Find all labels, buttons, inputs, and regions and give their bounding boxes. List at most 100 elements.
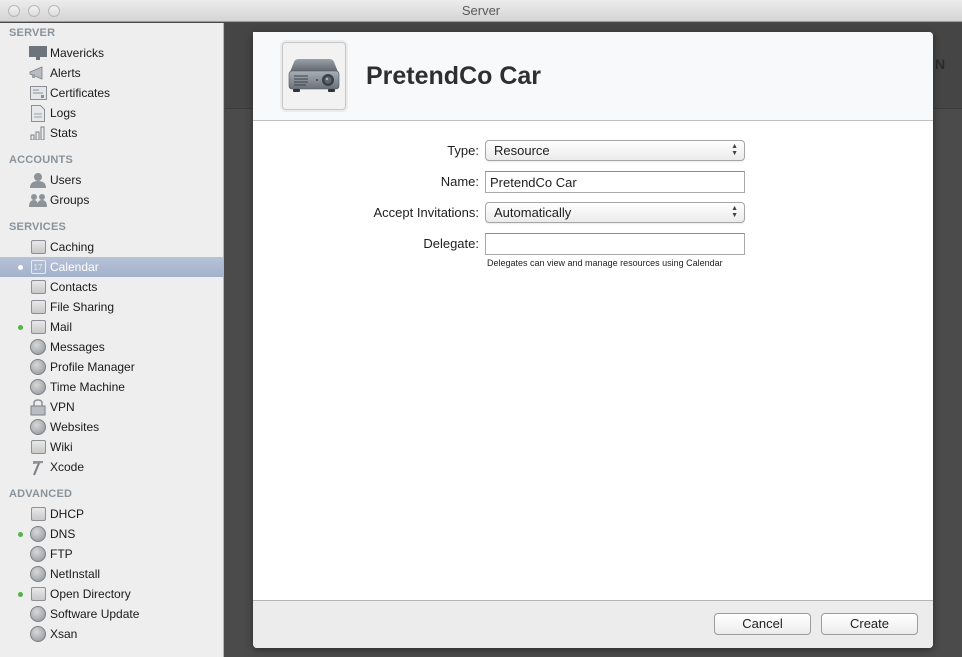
sidebar-item-mavericks[interactable]: Mavericks	[0, 43, 223, 63]
netinstall-icon	[29, 566, 47, 582]
wiki-icon	[29, 439, 47, 455]
resource-icon-well[interactable]	[282, 42, 346, 110]
accept-invitations-label: Accept Invitations:	[373, 205, 480, 220]
certificate-icon	[29, 85, 47, 101]
sidebar-item-vpn[interactable]: VPN	[0, 397, 223, 417]
delegate-hint: Delegates can view and manage resources …	[487, 258, 723, 268]
sidebar-item-label: Caching	[50, 240, 95, 254]
accept-invitations-popup-value: Automatically	[494, 205, 572, 220]
sidebar-item-websites[interactable]: Websites	[0, 417, 223, 437]
delegate-row: Delegate:	[253, 233, 933, 255]
user-icon	[29, 172, 47, 188]
cancel-button[interactable]: Cancel	[714, 613, 811, 635]
sidebar-item-label: FTP	[50, 547, 73, 561]
sidebar-item-xsan[interactable]: Xsan	[0, 624, 223, 644]
type-row: Type: Resource ▲ ▼	[253, 140, 933, 162]
service-running-indicator	[18, 325, 23, 330]
sidebar-item-netinstall[interactable]: NetInstall	[0, 564, 223, 584]
sidebar-item-alerts[interactable]: Alerts	[0, 63, 223, 83]
sidebar-item-profile-manager[interactable]: Profile Manager	[0, 357, 223, 377]
hammer-icon	[29, 459, 47, 475]
new-resource-sheet: PretendCo Car Type: Resource ▲▼ Name: Ac…	[253, 32, 933, 648]
sidebar-item-users[interactable]: Users	[0, 170, 223, 190]
document-icon	[29, 104, 47, 122]
group-icon	[29, 192, 47, 208]
sidebar-section-spacer	[0, 143, 223, 150]
type-popup[interactable]: Resource ▲ ▼	[485, 140, 745, 161]
name-row: Name:	[253, 171, 933, 193]
zoom-window-button[interactable]	[48, 5, 60, 17]
sidebar-item-ftp[interactable]: FTP	[0, 544, 223, 564]
sidebar-item-label: Logs	[50, 106, 77, 120]
time-machine-icon	[29, 379, 47, 395]
sidebar-item-label: Websites	[50, 420, 100, 434]
accept-invitations-popup[interactable]: Automatically ▲ ▼	[485, 202, 745, 223]
sidebar-item-label: Calendar	[50, 260, 99, 274]
window-title: Server	[461, 3, 501, 18]
sidebar-section-spacer	[0, 210, 223, 217]
xsan-icon	[29, 626, 47, 642]
sidebar-item-time-machine[interactable]: Time Machine	[0, 377, 223, 397]
sidebar-item-label: NetInstall	[50, 567, 101, 581]
dhcp-icon	[29, 506, 47, 522]
bar-chart-icon	[29, 125, 47, 141]
sidebar-item-software-update[interactable]: Software Update	[0, 604, 223, 624]
sidebar-item-label: Mavericks	[50, 46, 105, 60]
sidebar-item-certificates[interactable]: Certificates	[0, 83, 223, 103]
sidebar-item-label: Mail	[50, 320, 73, 334]
sidebar-item-label: Wiki	[50, 440, 73, 454]
background-partial-text: N	[935, 56, 946, 72]
dns-icon	[29, 526, 47, 542]
delegate-field[interactable]	[485, 233, 745, 255]
close-window-button[interactable]	[8, 5, 20, 17]
sidebar-item-stats[interactable]: Stats	[0, 123, 223, 143]
sidebar-item-dns[interactable]: DNS	[0, 524, 223, 544]
sidebar-item-mail[interactable]: Mail	[0, 317, 223, 337]
ftp-icon	[29, 546, 47, 562]
sidebar-item-calendar[interactable]: 17 Calendar	[0, 257, 223, 277]
sidebar-item-groups[interactable]: Groups	[0, 190, 223, 210]
contacts-icon	[29, 279, 47, 295]
sidebar-item-label: Software Update	[50, 607, 140, 621]
sidebar-item-wiki[interactable]: Wiki	[0, 437, 223, 457]
sidebar-item-messages[interactable]: Messages	[0, 337, 223, 357]
sidebar-item-file-sharing[interactable]: File Sharing	[0, 297, 223, 317]
sidebar-item-label: Xsan	[50, 627, 78, 641]
window-controls	[8, 5, 60, 17]
sheet-title: PretendCo Car	[366, 61, 542, 90]
sidebar-section-services: SERVICES	[9, 221, 67, 233]
sidebar-section-advanced: ADVANCED	[9, 488, 73, 500]
sidebar-item-label: Groups	[50, 193, 90, 207]
sidebar-item-xcode[interactable]: Xcode	[0, 457, 223, 477]
sidebar-item-dhcp[interactable]: DHCP	[0, 504, 223, 524]
popup-arrows-icon: ▲ ▼	[731, 143, 738, 157]
sidebar-item-caching[interactable]: Caching	[0, 237, 223, 257]
popup-arrows-icon: ▲ ▼	[731, 205, 738, 219]
sidebar-item-label: Messages	[50, 340, 105, 354]
sidebar-item-open-directory[interactable]: Open Directory	[0, 584, 223, 604]
type-label: Type:	[447, 143, 479, 158]
name-label: Name:	[440, 174, 479, 189]
mail-icon	[29, 319, 47, 335]
open-directory-icon	[29, 586, 47, 602]
sidebar-item-logs[interactable]: Logs	[0, 103, 223, 123]
service-running-indicator	[18, 265, 23, 270]
sidebar-item-label: Profile Manager	[50, 360, 135, 374]
minimize-window-button[interactable]	[28, 5, 40, 17]
sidebar-section-accounts: ACCOUNTS	[9, 154, 73, 166]
sidebar-item-label: Open Directory	[50, 587, 131, 601]
profile-manager-icon	[29, 359, 47, 375]
sidebar-item-label: Users	[50, 173, 82, 187]
sidebar-item-label: Time Machine	[50, 380, 125, 394]
globe-icon	[29, 419, 47, 435]
folder-icon	[29, 299, 47, 315]
megaphone-icon	[29, 65, 47, 81]
create-button[interactable]: Create	[821, 613, 918, 635]
sidebar-item-label: Xcode	[50, 460, 85, 474]
sidebar-item-contacts[interactable]: Contacts	[0, 277, 223, 297]
sidebar-item-label: Stats	[50, 126, 78, 140]
sidebar-item-label: File Sharing	[50, 300, 115, 314]
name-field[interactable]	[485, 171, 745, 193]
calendar-icon: 17	[29, 259, 47, 275]
service-running-indicator	[18, 532, 23, 537]
